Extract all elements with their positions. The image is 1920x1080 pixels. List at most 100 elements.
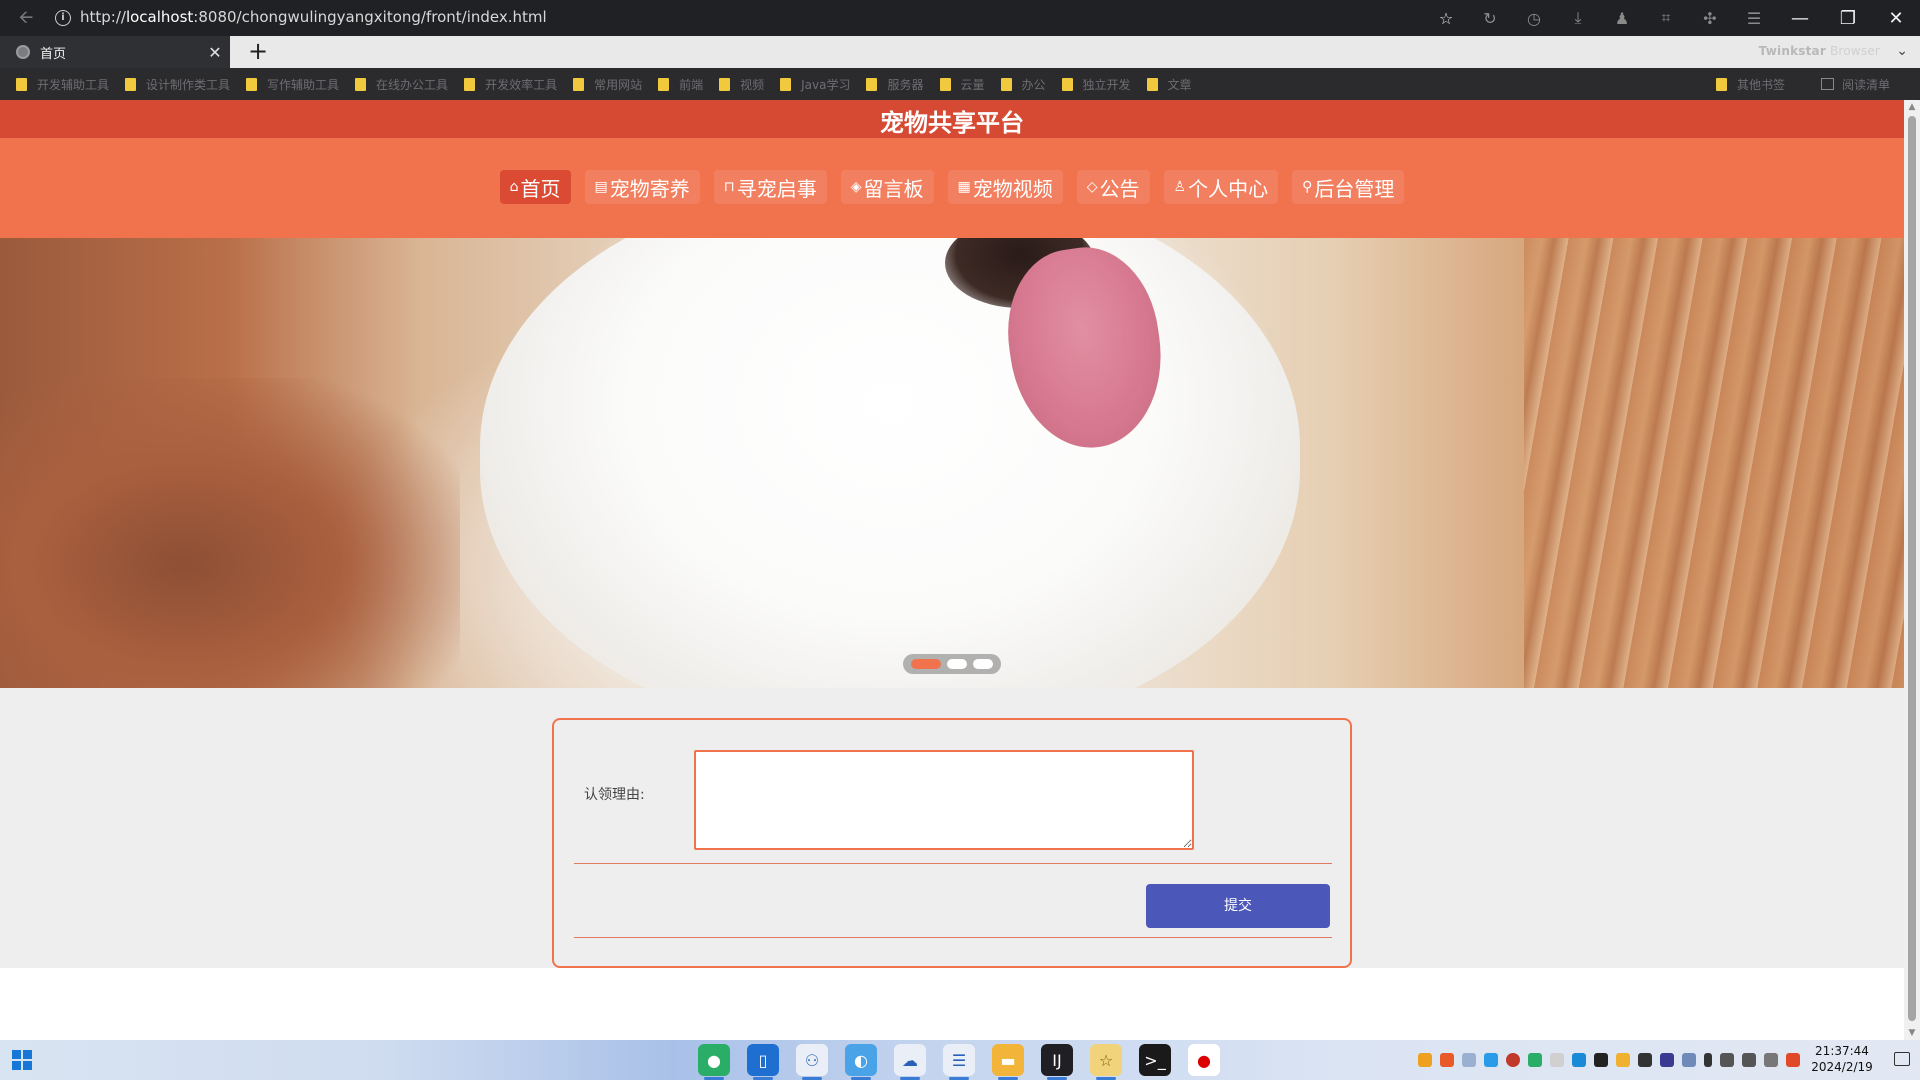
share-icon[interactable]: ⚇ <box>796 1044 828 1080</box>
bookmark-folder[interactable]: 视频 <box>703 68 764 100</box>
reason-row: 认领理由: <box>574 720 1332 864</box>
bookmark-folder[interactable]: 设计制作类工具 <box>109 68 230 100</box>
browser-app-icon[interactable]: ◐ <box>845 1044 877 1080</box>
nav-item[interactable]: ▦ 宠物视频 <box>947 170 1063 204</box>
file-explorer-icon[interactable]: ▬ <box>992 1044 1024 1080</box>
history-icon[interactable]: ◷ <box>1512 0 1556 36</box>
carousel-dot[interactable] <box>947 659 967 669</box>
twinkstar-icon[interactable]: ☆ <box>1090 1044 1122 1080</box>
taskbar-clock[interactable]: 21:37:44 2024/2/19 <box>1802 1043 1882 1075</box>
minimize-icon[interactable]: — <box>1776 0 1824 36</box>
bookmark-star-icon[interactable]: ☆ <box>1424 0 1468 36</box>
browser-toolbar: ☆ ↻ ◷ ⤓ ♟ ⌗ ✣ ☰ — ❐ ✕ <box>1424 0 1920 36</box>
brand-suffix: Browser <box>1825 44 1880 58</box>
scroll-up-arrow-icon[interactable]: ▲ <box>1904 100 1920 114</box>
notifications-icon[interactable] <box>1894 1052 1910 1066</box>
bookmark-folder[interactable]: Java学习 <box>764 68 850 100</box>
start-button-icon[interactable] <box>12 1050 32 1070</box>
url-rest: :8080/chongwulingyangxitong/front/index.… <box>193 8 547 26</box>
nav-item[interactable]: ◈ 留言板 <box>840 170 934 204</box>
tray-search-icon[interactable] <box>1440 1053 1454 1067</box>
nav-item[interactable]: ◇ 公告 <box>1076 170 1150 204</box>
tray-app-icon[interactable] <box>1550 1053 1564 1067</box>
tray-app-icon[interactable] <box>1572 1053 1586 1067</box>
reason-textarea[interactable] <box>694 750 1194 850</box>
tray-app-icon[interactable] <box>1660 1053 1674 1067</box>
tray-app-icon[interactable] <box>1462 1053 1476 1067</box>
terminal-icon[interactable]: >_ <box>1139 1044 1171 1076</box>
volume-icon[interactable] <box>1742 1053 1756 1067</box>
nav-item[interactable]: ⊓ 寻宠启事 <box>713 170 827 204</box>
bookmark-folder[interactable]: 在线办公工具 <box>339 68 448 100</box>
tab-home[interactable]: 首页 ✕ <box>0 36 230 68</box>
bookmark-folder[interactable]: 开发效率工具 <box>448 68 557 100</box>
bookmark-folder[interactable]: 办公 <box>985 68 1046 100</box>
bookmark-folder[interactable]: 独立开发 <box>1046 68 1131 100</box>
bookmark-folder[interactable]: 文章 <box>1131 68 1192 100</box>
microphone-icon[interactable] <box>1704 1053 1712 1067</box>
download-icon[interactable]: ⤓ <box>1556 0 1600 36</box>
carousel-image-shading <box>0 378 460 688</box>
wifi-icon[interactable] <box>1720 1053 1734 1067</box>
tray-app-icon[interactable] <box>1786 1053 1800 1067</box>
nav-item[interactable]: ⚲ 后台管理 <box>1292 170 1405 204</box>
bookmark-folder[interactable]: 开发辅助工具 <box>0 68 109 100</box>
menu-icon[interactable]: ☰ <box>1732 0 1776 36</box>
bookmark-folder[interactable]: 写作辅助工具 <box>230 68 339 100</box>
new-tab-button[interactable]: + <box>244 38 272 66</box>
folder-icon <box>1146 77 1158 91</box>
record-icon[interactable]: ● <box>1188 1044 1220 1076</box>
tab-list-chevron-icon[interactable]: ⌄ <box>1896 43 1908 59</box>
notepad-icon[interactable]: ☰ <box>943 1044 975 1080</box>
carousel-dot[interactable] <box>911 659 941 669</box>
bookmark-folder[interactable]: 常用网站 <box>557 68 642 100</box>
nav-item[interactable]: ♙ 个人中心 <box>1163 170 1279 204</box>
carousel-image-floor <box>1524 238 1904 688</box>
address-bar[interactable]: http://localhost:8080/chongwulingyangxit… <box>80 8 547 26</box>
tray-cloud-icon[interactable] <box>1484 1053 1498 1067</box>
cloud-icon[interactable]: ☁ <box>894 1044 926 1080</box>
folder-icon <box>16 77 27 91</box>
tray-app-icon[interactable] <box>1638 1053 1652 1067</box>
extensions-icon[interactable]: ✣ <box>1688 0 1732 36</box>
nav-item-icon: ⌂ <box>509 179 519 195</box>
bookmark-label: 写作辅助工具 <box>267 77 340 92</box>
tray-app-icon[interactable] <box>1616 1053 1630 1067</box>
page-scrollbar[interactable]: ▲ ▼ <box>1904 100 1920 1040</box>
carousel-dot[interactable] <box>973 659 993 669</box>
other-bookmarks[interactable]: 其他书签 <box>1700 68 1805 100</box>
bookmark-folder[interactable]: 前端 <box>642 68 703 100</box>
tray-app-icon[interactable] <box>1682 1053 1696 1067</box>
folder-icon <box>939 77 951 91</box>
back-arrow-icon[interactable]: 🡨 <box>14 6 38 30</box>
tray-record-icon[interactable] <box>1506 1053 1520 1067</box>
input-method-icon[interactable] <box>1764 1053 1778 1067</box>
bookmark-folder[interactable]: 云量 <box>924 68 985 100</box>
nav-item-icon: ▦ <box>957 179 971 195</box>
nav-item[interactable]: ▤ 宠物寄养 <box>584 170 700 204</box>
site-info-icon[interactable]: i <box>55 10 71 26</box>
bookmark-folder[interactable]: 服务器 <box>850 68 924 100</box>
intellij-icon[interactable]: IJ <box>1041 1044 1073 1080</box>
close-window-icon[interactable]: ✕ <box>1872 0 1920 36</box>
crop-icon[interactable]: ⌗ <box>1644 0 1688 36</box>
scroll-down-arrow-icon[interactable]: ▼ <box>1904 1026 1920 1040</box>
folder-icon <box>719 77 731 91</box>
scroll-thumb[interactable] <box>1908 116 1916 1021</box>
profile-icon[interactable]: ♟ <box>1600 0 1644 36</box>
nav-item-icon: ♙ <box>1173 179 1187 195</box>
tray-wechat-icon[interactable] <box>1528 1053 1542 1067</box>
tray-app-icon[interactable] <box>1594 1053 1608 1067</box>
reading-list[interactable]: 阅读清单 <box>1805 68 1920 100</box>
bookmark-label: 文章 <box>1167 77 1192 92</box>
tab-close-icon[interactable]: ✕ <box>200 43 230 62</box>
restore-icon[interactable]: ❐ <box>1824 0 1872 36</box>
nav-item[interactable]: ⌂ 首页 <box>499 170 571 204</box>
wechat-icon[interactable]: ● <box>698 1044 730 1080</box>
hero-carousel[interactable] <box>0 238 1904 688</box>
carousel-image-dog <box>480 238 1300 688</box>
tray-app-icon[interactable] <box>1418 1053 1432 1067</box>
phone-link-icon[interactable]: ▯ <box>747 1044 779 1080</box>
reload-icon[interactable]: ↻ <box>1468 0 1512 36</box>
submit-button[interactable]: 提交 <box>1146 884 1330 928</box>
